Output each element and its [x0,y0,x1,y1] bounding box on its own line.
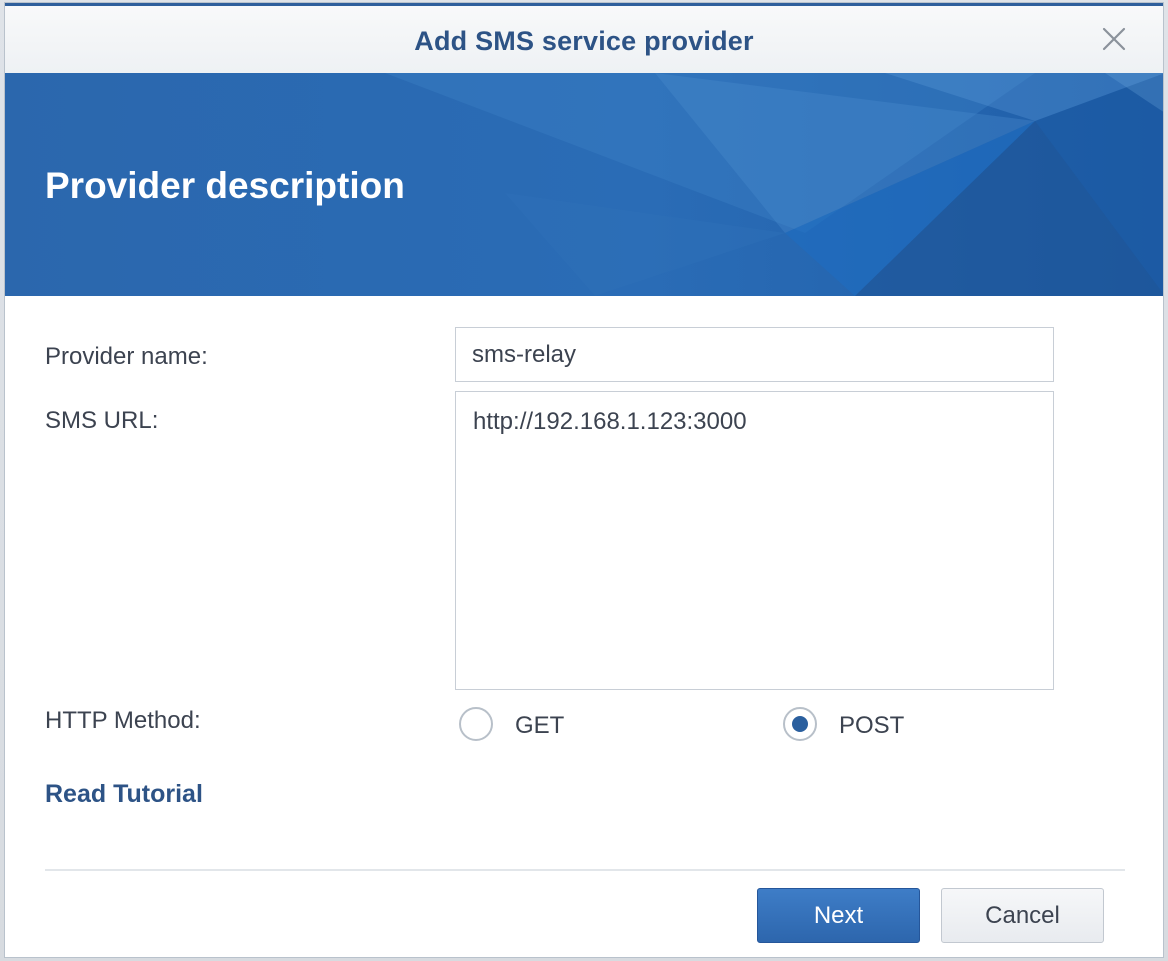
sms-url-textarea[interactable]: http://192.168.1.123:3000 [455,391,1054,690]
close-icon [1102,27,1126,51]
next-button[interactable]: Next [757,888,920,943]
http-method-label: HTTP Method: [45,707,201,734]
sms-url-label: SMS URL: [45,407,159,434]
banner-title: Provider description [45,165,405,206]
dialog-title: Add SMS service provider [414,26,754,56]
cancel-button[interactable]: Cancel [941,888,1104,943]
read-tutorial-link[interactable]: Read Tutorial [45,780,203,809]
header-banner: Provider description [5,73,1163,296]
footer-divider [45,869,1125,871]
add-sms-provider-dialog: Add SMS service provider Provider descri… [4,2,1164,958]
close-button[interactable] [1099,24,1129,54]
get-radio[interactable] [459,707,493,741]
dialog-titlebar: Add SMS service provider [5,6,1163,74]
post-radio[interactable] [783,707,817,741]
provider-name-input[interactable] [455,327,1054,382]
provider-name-label: Provider name: [45,343,208,370]
get-radio-label[interactable]: GET [515,712,564,740]
post-radio-label[interactable]: POST [839,712,904,740]
